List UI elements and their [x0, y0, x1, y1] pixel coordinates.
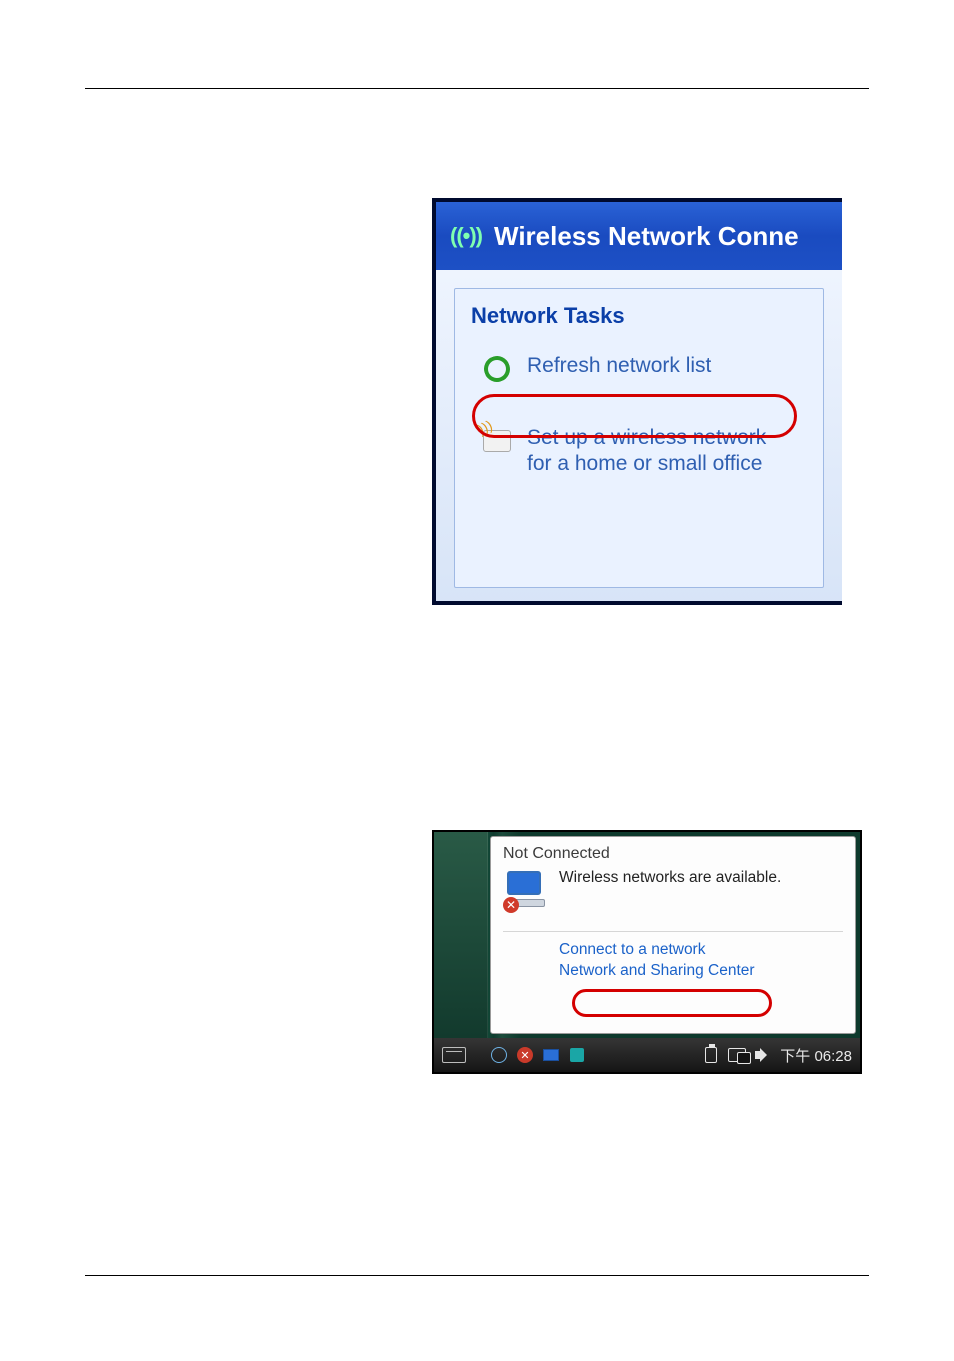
tooltip-divider [503, 931, 843, 932]
networks-available-text: Wireless networks are available. [559, 869, 781, 888]
network-tooltip: Not Connected ✕ Wireless networks are av… [490, 836, 856, 1034]
setup-label: Set up a wireless network for a home or … [527, 425, 766, 478]
not-connected-title: Not Connected [503, 845, 843, 863]
refresh-network-list[interactable]: Refresh network list [455, 347, 823, 391]
setup-network-icon [481, 425, 513, 457]
taskbar-clock[interactable]: 下午 06:28 [780, 1045, 852, 1066]
window-titlebar: ((•)) Wireless Network Conne [436, 202, 842, 270]
footer-rule [85, 1275, 869, 1276]
vista-network-popup: Not Connected ✕ Wireless networks are av… [432, 830, 862, 1074]
connect-to-network-link[interactable]: Connect to a network [559, 940, 843, 961]
tray-app-icon[interactable] [542, 1046, 560, 1064]
tray-globe-icon[interactable] [490, 1046, 508, 1064]
network-status-icon: ✕ [503, 869, 547, 913]
tray-error-icon[interactable]: ✕ [516, 1046, 534, 1064]
window-body: Network Tasks Refresh network list Set u… [436, 270, 842, 605]
network-tasks-panel: Network Tasks Refresh network list Set u… [454, 288, 824, 588]
disconnected-badge-icon: ✕ [503, 897, 519, 913]
vista-sidebar-strip [434, 832, 488, 1038]
setup-label-line2: for a home or small office [527, 452, 762, 475]
winxp-wireless-window: ((•)) Wireless Network Conne Network Tas… [432, 198, 842, 605]
refresh-icon [481, 353, 513, 385]
window-title-text: Wireless Network Conne [494, 221, 799, 252]
setup-wireless-network[interactable]: Set up a wireless network for a home or … [455, 419, 823, 484]
tooltip-links: Connect to a network Network and Sharing… [503, 940, 843, 982]
panel-title: Network Tasks [455, 289, 823, 347]
keyboard-icon[interactable] [442, 1047, 466, 1063]
refresh-label: Refresh network list [527, 353, 711, 379]
setup-label-line1: Set up a wireless network [527, 426, 766, 449]
header-rule [85, 88, 869, 89]
tray-app2-icon[interactable] [568, 1046, 586, 1064]
wireless-icon: ((•)) [450, 223, 482, 249]
network-tray-icon[interactable] [728, 1046, 746, 1064]
battery-icon[interactable] [702, 1046, 720, 1064]
document-page: ((•)) Wireless Network Conne Network Tas… [0, 0, 954, 1361]
network-sharing-center-link[interactable]: Network and Sharing Center [559, 961, 843, 982]
taskbar: ✕ 下午 06:28 [434, 1038, 860, 1072]
volume-icon[interactable] [754, 1046, 772, 1064]
